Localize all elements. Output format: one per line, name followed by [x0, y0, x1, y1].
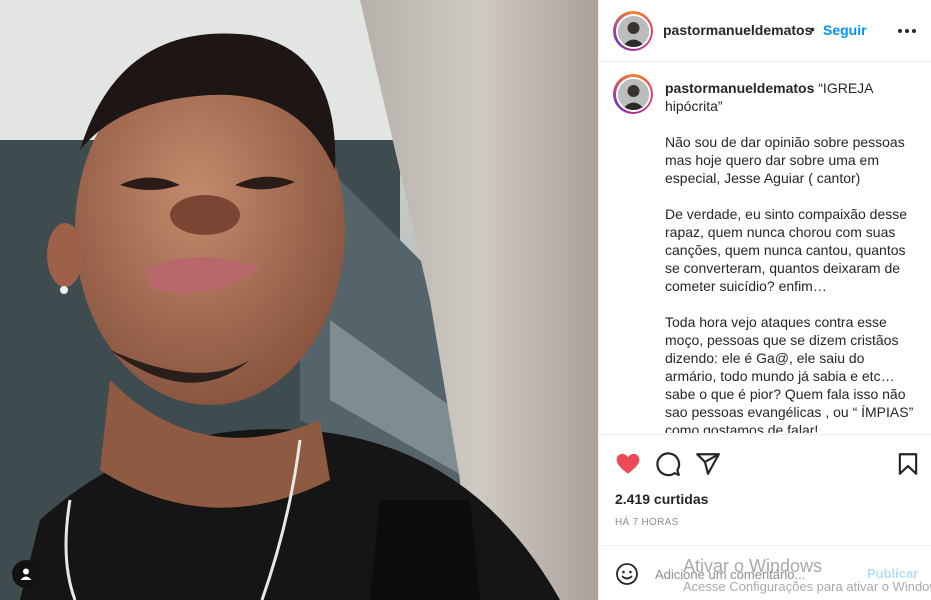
follow-button[interactable]: Seguir: [823, 22, 867, 38]
share-button[interactable]: [695, 451, 721, 477]
post-header: pastormanueldematos • Seguir: [599, 0, 931, 62]
selfie-image: [0, 0, 598, 600]
comment-button[interactable]: [655, 451, 681, 477]
caption-text: “IGREJA hipócrita” Não sou de dar opiniã…: [665, 80, 914, 433]
caption-avatar[interactable]: [613, 74, 653, 114]
user-icon: [20, 568, 32, 580]
emoji-icon: [616, 563, 638, 585]
profile-photo-icon: [617, 15, 649, 47]
profile-photo-icon: [617, 78, 649, 110]
comment-input[interactable]: [655, 564, 855, 584]
caption-scroll-area[interactable]: pastormanueldematos “IGREJA hipócrita” N…: [599, 63, 931, 433]
username-link[interactable]: pastormanueldematos: [663, 22, 812, 38]
action-bar: [599, 434, 931, 492]
post-caption: pastormanueldematos “IGREJA hipócrita” N…: [665, 79, 915, 433]
bookmark-icon: [898, 453, 918, 475]
more-options-icon[interactable]: [895, 20, 919, 42]
comment-form: Publicar: [599, 545, 931, 600]
heart-icon: [616, 453, 640, 474]
comment-icon: [656, 452, 681, 477]
publish-button[interactable]: Publicar: [867, 566, 918, 581]
like-button[interactable]: [615, 451, 641, 477]
post-details-panel: pastormanueldematos • Seguir pastormanue…: [598, 0, 931, 600]
separator-dot: •: [810, 21, 815, 37]
avatar[interactable]: [613, 11, 653, 51]
emoji-button[interactable]: [615, 562, 639, 586]
tagged-user-button[interactable]: [12, 560, 40, 588]
caption-username-link[interactable]: pastormanueldematos: [665, 80, 814, 96]
post-photo[interactable]: [0, 0, 598, 600]
save-button[interactable]: [895, 451, 921, 477]
send-icon: [696, 453, 720, 475]
more-horizontal-icon: [898, 29, 916, 33]
likes-count[interactable]: 2.419 curtidas: [615, 491, 708, 507]
post-time[interactable]: HÁ 7 HORAS: [615, 517, 679, 528]
